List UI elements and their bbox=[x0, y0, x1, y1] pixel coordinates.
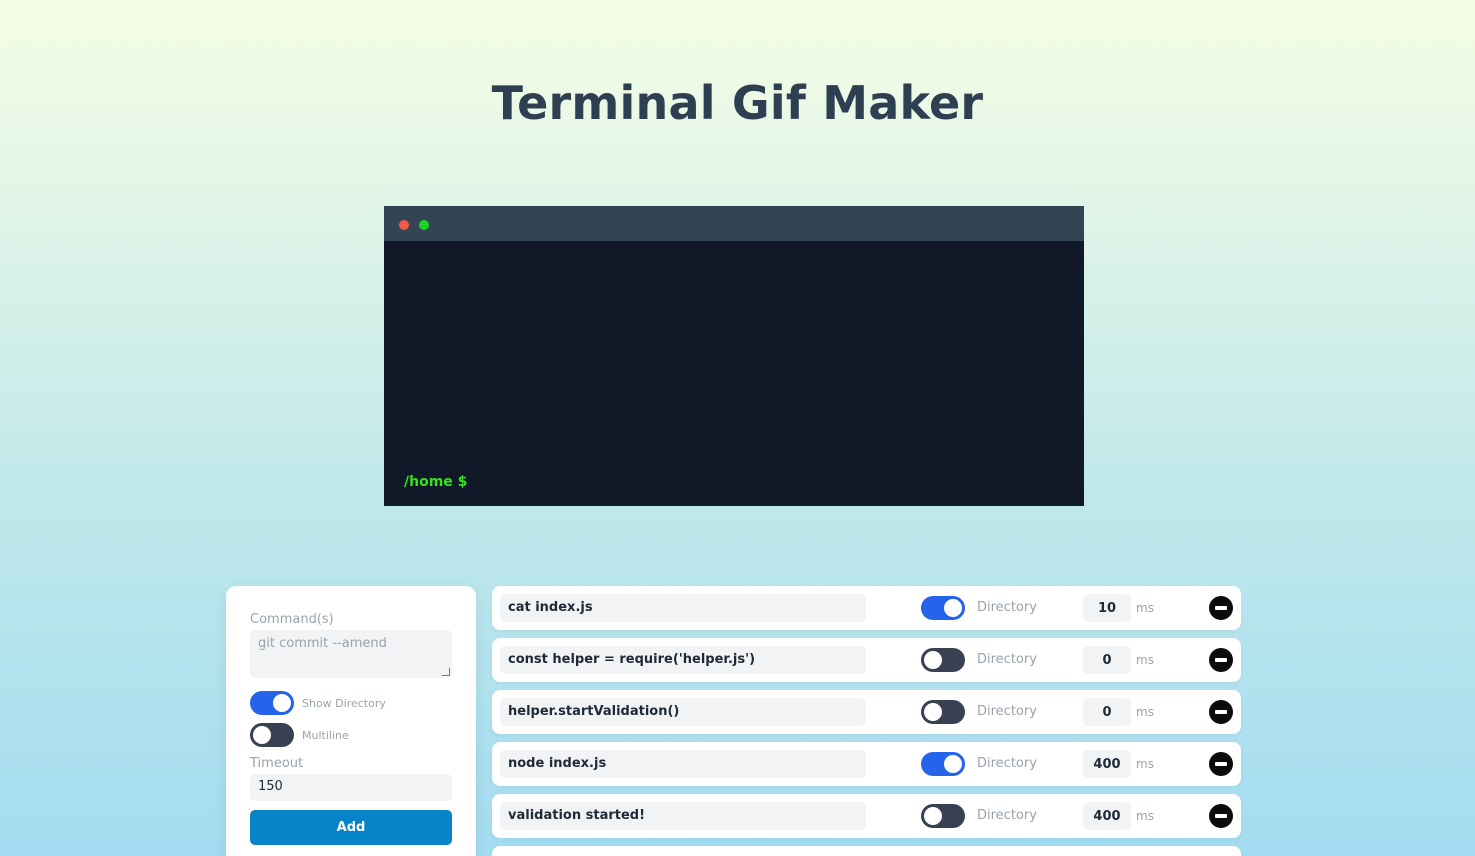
remove-icon[interactable] bbox=[1209, 700, 1233, 724]
directory-label: Directory bbox=[977, 808, 1037, 823]
directory-toggle[interactable] bbox=[921, 648, 965, 672]
command-placeholder: git commit --amend bbox=[258, 636, 387, 651]
remove-icon[interactable] bbox=[1209, 648, 1233, 672]
terminal-preview: /home $ bbox=[384, 206, 1084, 506]
directory-toggle[interactable] bbox=[921, 700, 965, 724]
directory-toggle[interactable] bbox=[921, 752, 965, 776]
command-text-input[interactable]: helper.startValidation() bbox=[500, 698, 866, 726]
toggle-knob bbox=[924, 703, 942, 721]
command-form: Command(s) git commit --amend Show Direc… bbox=[226, 586, 476, 856]
directory-label: Directory bbox=[977, 600, 1037, 615]
command-text-input[interactable]: validation started! bbox=[500, 802, 866, 830]
delay-input[interactable]: 10 bbox=[1083, 594, 1131, 622]
delay-unit: ms bbox=[1136, 601, 1154, 615]
delay-unit: ms bbox=[1136, 653, 1154, 667]
command-row-partial bbox=[492, 846, 1241, 856]
directory-toggle[interactable] bbox=[921, 596, 965, 620]
remove-icon[interactable] bbox=[1209, 596, 1233, 620]
show-directory-row: Show Directory bbox=[250, 691, 452, 715]
command-text-input[interactable]: cat index.js bbox=[500, 594, 866, 622]
close-dot-icon bbox=[399, 220, 409, 230]
delay-input[interactable]: 400 bbox=[1083, 802, 1131, 830]
command-row: cat index.js Directory 10 ms bbox=[492, 586, 1241, 630]
multiline-row: Multiline bbox=[250, 723, 452, 747]
show-directory-toggle[interactable] bbox=[250, 691, 294, 715]
multiline-toggle[interactable] bbox=[250, 723, 294, 747]
terminal-prompt: /home $ bbox=[404, 474, 468, 490]
directory-label: Directory bbox=[977, 652, 1037, 667]
delay-unit: ms bbox=[1136, 809, 1154, 823]
toggle-knob bbox=[273, 694, 291, 712]
command-label: Command(s) bbox=[250, 612, 334, 627]
directory-label: Directory bbox=[977, 756, 1037, 771]
show-directory-label: Show Directory bbox=[302, 696, 386, 710]
delay-input[interactable]: 400 bbox=[1083, 750, 1131, 778]
command-row: const helper = require('helper.js') Dire… bbox=[492, 638, 1241, 682]
toggle-knob bbox=[253, 726, 271, 744]
toggle-knob bbox=[924, 807, 942, 825]
directory-toggle[interactable] bbox=[921, 804, 965, 828]
directory-label: Directory bbox=[977, 704, 1037, 719]
remove-icon[interactable] bbox=[1209, 752, 1233, 776]
command-list: cat index.js Directory 10 ms const helpe… bbox=[492, 586, 1241, 856]
delay-unit: ms bbox=[1136, 705, 1154, 719]
page-title: Terminal Gif Maker bbox=[491, 76, 984, 130]
timeout-label: Timeout bbox=[250, 756, 304, 771]
command-input[interactable]: git commit --amend bbox=[250, 630, 452, 678]
toggle-knob bbox=[944, 599, 962, 617]
delay-input[interactable]: 0 bbox=[1083, 698, 1131, 726]
toggle-knob bbox=[944, 755, 962, 773]
toggle-knob bbox=[924, 651, 942, 669]
command-text-input[interactable]: node index.js bbox=[500, 750, 866, 778]
add-button[interactable]: Add bbox=[250, 810, 452, 845]
remove-icon[interactable] bbox=[1209, 804, 1233, 828]
command-text-input[interactable]: const helper = require('helper.js') bbox=[500, 646, 866, 674]
command-row: node index.js Directory 400 ms bbox=[492, 742, 1241, 786]
multiline-label: Multiline bbox=[302, 728, 349, 742]
timeout-input[interactable]: 150 bbox=[250, 774, 452, 801]
resize-handle-icon[interactable] bbox=[442, 668, 450, 676]
command-row: helper.startValidation() Directory 0 ms bbox=[492, 690, 1241, 734]
terminal-title-bar bbox=[384, 206, 1084, 241]
command-row: validation started! Directory 400 ms bbox=[492, 794, 1241, 838]
maximize-dot-icon bbox=[419, 220, 429, 230]
delay-unit: ms bbox=[1136, 757, 1154, 771]
delay-input[interactable]: 0 bbox=[1083, 646, 1131, 674]
